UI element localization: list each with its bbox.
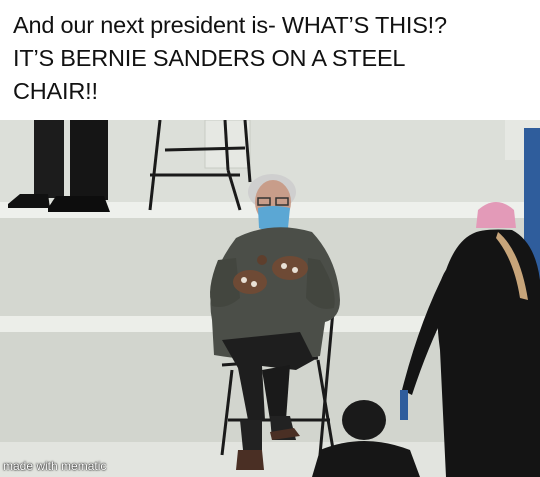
caption-line-3: CHAIR!!	[13, 78, 98, 104]
watermark-label: made with mematic	[3, 459, 107, 473]
caption-line-1: And our next president is- WHAT’S THIS!?	[13, 12, 447, 38]
caption-line-2: IT’S BERNIE SANDERS ON A STEEL	[13, 45, 406, 71]
caption-panel: And our next president is- WHAT’S THIS!?…	[0, 0, 540, 120]
meme-photo	[0, 120, 540, 477]
photo-illustration	[0, 120, 540, 477]
